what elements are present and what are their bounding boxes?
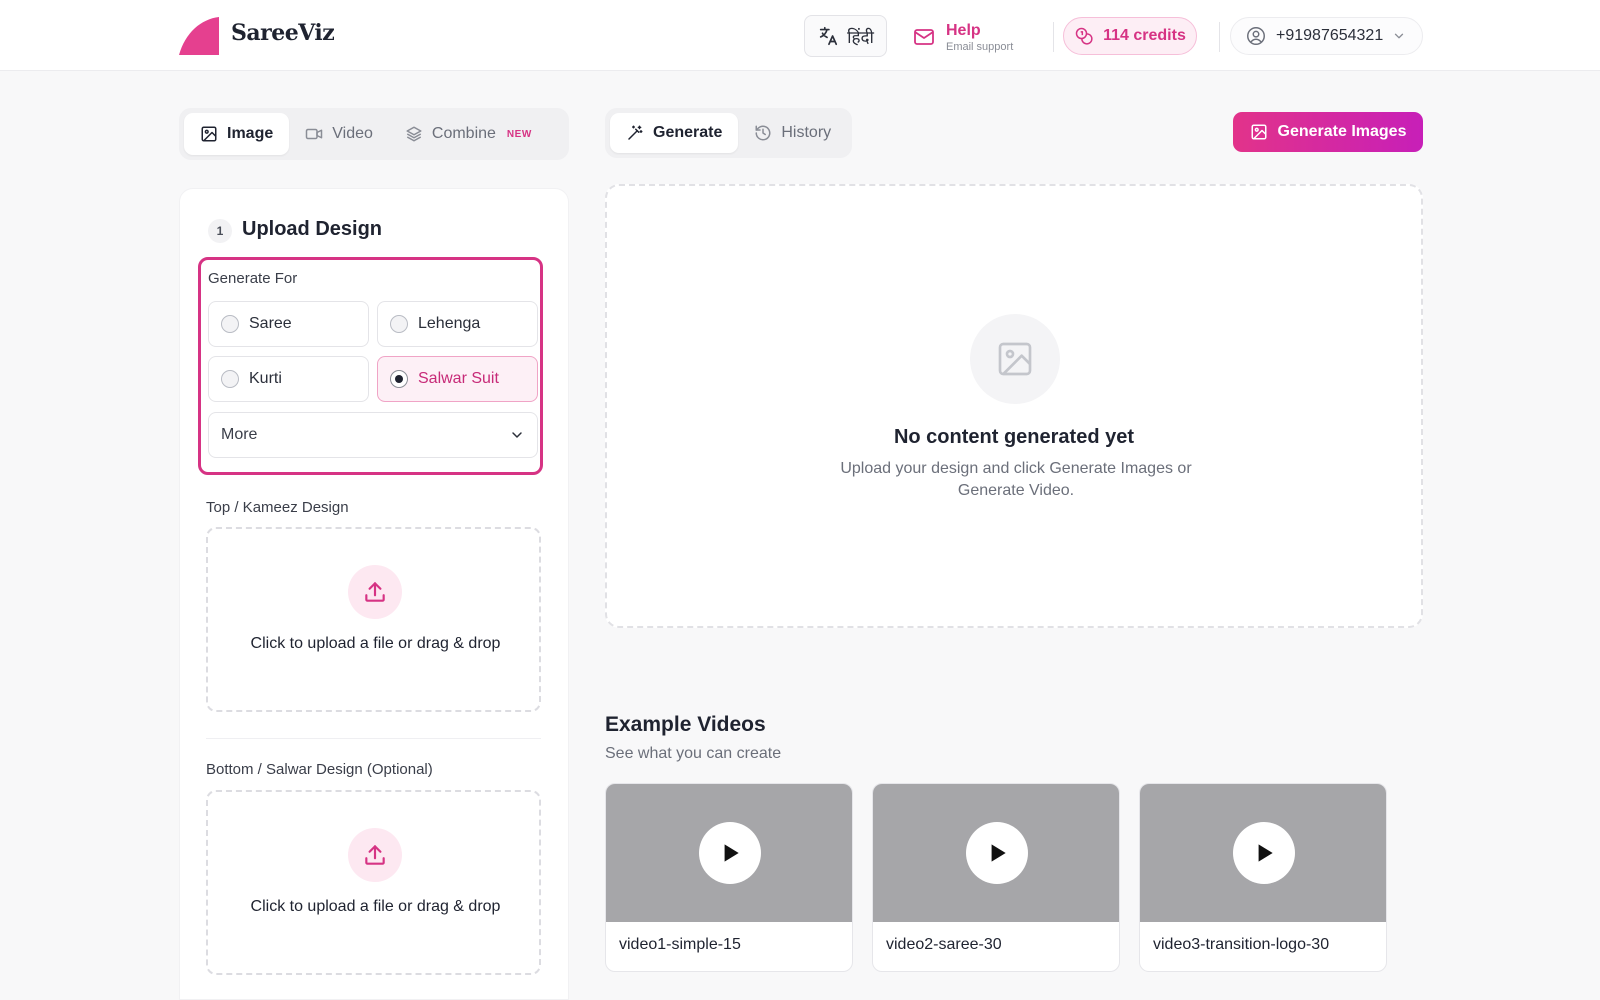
top-header: SareeViz हिंदी Help Email support 114 cr… xyxy=(0,0,1600,71)
tab-image[interactable]: Image xyxy=(184,113,290,155)
video-name: video2-saree-30 xyxy=(886,936,1002,953)
tab-combine[interactable]: Combine NEW xyxy=(389,113,548,155)
credits-label: 114 credits xyxy=(1103,27,1186,44)
upload-panel: 1 Upload Design Generate For Saree Lehen… xyxy=(179,188,569,1000)
chevron-down-icon xyxy=(1395,33,1404,39)
brand-name: SareeViz xyxy=(231,20,335,46)
user-circle-icon xyxy=(1247,27,1265,45)
mode-tabs: Image Video Combine NEW xyxy=(179,108,569,160)
example-video-card[interactable]: video2-saree-30 xyxy=(872,783,1120,972)
account-phone: +91987654321 xyxy=(1276,27,1384,44)
radio-icon xyxy=(221,315,239,333)
examples-title: Example Videos xyxy=(605,713,766,736)
example-video-card[interactable]: video3-transition-logo-30 xyxy=(1139,783,1387,972)
play-icon[interactable] xyxy=(966,822,1028,884)
account-menu-button[interactable]: +91987654321 xyxy=(1230,17,1423,55)
tab-generate[interactable]: Generate xyxy=(610,113,739,153)
image-icon xyxy=(1251,124,1267,140)
section-divider xyxy=(206,738,541,739)
help-subtitle: Email support xyxy=(946,40,1014,53)
preview-area: No content generated yet Upload your des… xyxy=(605,184,1423,628)
tab-label: Combine xyxy=(431,125,496,142)
help-link[interactable]: Help Email support xyxy=(912,19,1013,55)
wand-icon xyxy=(628,125,643,140)
layers-icon xyxy=(406,126,422,142)
history-icon xyxy=(755,125,771,141)
more-select[interactable]: More xyxy=(208,412,538,458)
bottom-design-label: Bottom / Salwar Design (Optional) xyxy=(206,761,433,778)
video-name: video1-simple-15 xyxy=(619,936,741,953)
header-divider xyxy=(1219,22,1220,52)
play-icon[interactable] xyxy=(1233,822,1295,884)
language-label: हिंदी xyxy=(847,27,874,47)
generate-images-button[interactable]: Generate Images xyxy=(1233,112,1423,152)
video-thumbnail xyxy=(606,784,852,922)
translate-icon xyxy=(819,26,838,46)
new-badge: NEW xyxy=(506,128,532,140)
chevron-down-icon xyxy=(512,432,522,438)
more-select-value: More xyxy=(221,426,258,443)
generate-for-label: Generate For xyxy=(208,270,298,287)
option-kurti[interactable]: Kurti xyxy=(208,356,369,402)
option-lehenga[interactable]: Lehenga xyxy=(377,301,538,347)
empty-state-title: No content generated yet xyxy=(893,426,1135,448)
play-icon[interactable] xyxy=(699,822,761,884)
step-number: 1 xyxy=(208,219,232,243)
radio-icon xyxy=(390,315,408,333)
option-salwar-suit[interactable]: Salwar Suit xyxy=(377,356,538,402)
header-divider xyxy=(1053,22,1054,52)
tab-history[interactable]: History xyxy=(738,113,847,153)
video-thumbnail xyxy=(1140,784,1386,922)
example-video-card[interactable]: video1-simple-15 xyxy=(605,783,853,972)
logo-icon xyxy=(179,17,219,55)
video-icon xyxy=(306,128,323,140)
radio-icon xyxy=(221,370,239,388)
radio-selected-icon xyxy=(390,370,408,388)
tab-label: History xyxy=(781,124,832,141)
credits-badge[interactable]: 114 credits xyxy=(1063,17,1197,55)
image-placeholder-icon xyxy=(970,314,1060,404)
help-title: Help xyxy=(946,21,981,39)
generate-images-label: Generate Images xyxy=(1277,123,1407,140)
upload-icon xyxy=(348,828,402,882)
bottom-design-dropzone[interactable]: Click to upload a file or drag & drop xyxy=(206,790,541,975)
coins-icon xyxy=(1075,27,1093,45)
mail-icon xyxy=(914,29,934,45)
option-label: Saree xyxy=(249,315,292,332)
language-toggle-button[interactable]: हिंदी xyxy=(804,15,887,57)
video-name: video3-transition-logo-30 xyxy=(1153,936,1330,953)
option-label: Salwar Suit xyxy=(418,370,499,387)
tab-label: Image xyxy=(227,125,274,142)
section-title: Upload Design xyxy=(242,218,383,240)
dropzone-text: Click to upload a file or drag & drop xyxy=(250,635,501,652)
generate-for-group: Generate For Saree Lehenga Kurti Salwar … xyxy=(198,257,543,475)
upload-icon xyxy=(348,565,402,619)
option-label: Lehenga xyxy=(418,315,481,332)
image-icon xyxy=(201,126,217,142)
view-tabs: Generate History xyxy=(605,108,853,158)
tab-video[interactable]: Video xyxy=(289,113,389,155)
video-thumbnail xyxy=(873,784,1119,922)
top-design-label: Top / Kameez Design xyxy=(206,499,349,516)
tab-label: Generate xyxy=(653,124,723,141)
tab-label: Video xyxy=(332,125,373,142)
dropzone-text: Click to upload a file or drag & drop xyxy=(250,898,501,915)
examples-subtitle: See what you can create xyxy=(605,745,782,762)
option-saree[interactable]: Saree xyxy=(208,301,369,347)
empty-state-subtitle: Upload your design and click Generate Im… xyxy=(840,460,1192,499)
top-design-dropzone[interactable]: Click to upload a file or drag & drop xyxy=(206,527,541,712)
option-label: Kurti xyxy=(249,370,282,387)
